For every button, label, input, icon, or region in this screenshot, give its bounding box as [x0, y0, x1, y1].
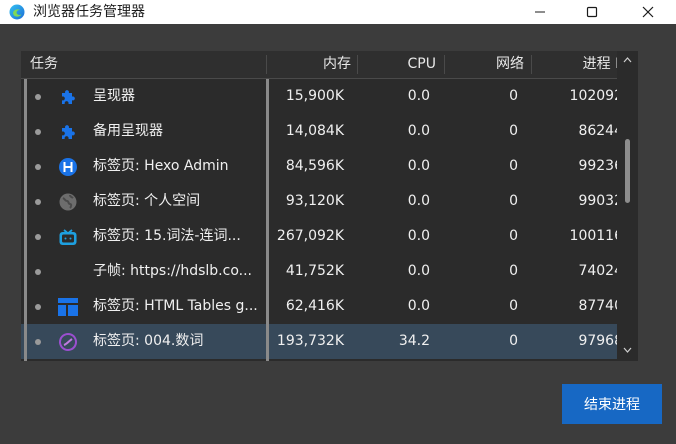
hexo-icon	[58, 157, 78, 177]
bilibili-icon	[58, 227, 78, 247]
cpu-value: 0.0	[407, 228, 430, 244]
end-process-button[interactable]: 结束进程	[562, 384, 662, 424]
pid-value: 102092	[569, 88, 623, 104]
bullet-icon	[35, 129, 41, 135]
task-name: 子帧: https://hdslb.co...	[93, 263, 252, 279]
globe-icon	[58, 192, 78, 212]
task-name: 标签页: Hexo Admin	[93, 158, 229, 174]
network-value: 0	[509, 333, 518, 349]
pid-value: 99236	[578, 158, 623, 174]
puzzle-icon	[58, 87, 78, 107]
task-name: 备用呈现器	[93, 123, 163, 139]
table-row[interactable]: 标签页: Hexo Admin 84,596K 0.0 0 99236	[21, 149, 638, 184]
column-header-pid[interactable]: 进程 ID	[533, 51, 630, 78]
pid-value: 74024	[578, 263, 623, 279]
table-header: 任务 内存 CPU 网络 进程 ID	[21, 51, 638, 79]
memory-value: 41,752K	[285, 263, 344, 279]
memory-value: 84,596K	[285, 158, 344, 174]
vertical-scrollbar[interactable]	[617, 51, 638, 361]
minimize-icon	[535, 11, 545, 13]
pid-value: 99032	[578, 193, 623, 209]
cpu-value: 0.0	[407, 263, 430, 279]
memory-value: 267,092K	[276, 228, 344, 244]
network-value: 0	[509, 298, 518, 314]
cpu-value: 0.0	[407, 298, 430, 314]
cpu-value: 0.0	[407, 88, 430, 104]
column-header-network[interactable]: 网络	[451, 51, 524, 78]
task-name: 标签页: 15.词法-连词...	[93, 228, 241, 244]
bullet-icon	[35, 94, 41, 100]
pid-value: 97968	[578, 333, 623, 349]
task-table: 任务 内存 CPU 网络 进程 ID 呈现器 15,900K 0.0 0 102092 备…	[21, 51, 638, 361]
pid-value: 87740	[578, 298, 623, 314]
close-button[interactable]	[624, 0, 672, 24]
column-header-memory[interactable]: 内存	[269, 51, 351, 78]
table-row[interactable]: 标签页: 15.词法-连词... 267,092K 0.0 0 100116	[21, 219, 638, 254]
puzzle-icon	[58, 122, 78, 142]
table-row[interactable]: 呈现器 15,900K 0.0 0 102092	[21, 79, 638, 114]
cpu-value: 0.0	[407, 123, 430, 139]
network-value: 0	[509, 228, 518, 244]
table-row[interactable]: 标签页: 004.数词 193,732K 34.2 0 97968	[21, 324, 638, 359]
table-row[interactable]: 备用呈现器 14,084K 0.0 0 86244	[21, 114, 638, 149]
memory-value: 93,120K	[285, 193, 344, 209]
onenote-icon	[58, 332, 78, 352]
pid-value: 86244	[578, 123, 623, 139]
scroll-up-icon[interactable]	[617, 53, 638, 69]
column-header-cpu[interactable]: CPU	[361, 51, 436, 78]
pid-value: 100116	[569, 228, 623, 244]
bullet-icon	[35, 339, 41, 345]
edge-browser-icon	[9, 4, 25, 20]
task-name: 标签页: 个人空间	[93, 193, 201, 209]
memory-value: 14,084K	[285, 123, 344, 139]
scroll-down-icon[interactable]	[617, 343, 638, 359]
row-indent-line	[24, 79, 27, 361]
title-bar: 浏览器任务管理器	[0, 0, 676, 24]
network-value: 0	[509, 88, 518, 104]
minimize-button[interactable]	[516, 0, 564, 24]
cpu-value: 0.0	[407, 193, 430, 209]
network-value: 0	[509, 123, 518, 139]
task-name: 标签页: HTML Tables g...	[93, 298, 258, 314]
window-title: 浏览器任务管理器	[33, 4, 145, 20]
bullet-icon	[35, 304, 41, 310]
table-row[interactable]: 标签页: 个人空间 93,120K 0.0 0 99032	[21, 184, 638, 219]
bullet-icon	[35, 269, 41, 275]
table-row[interactable]: 标签页: HTML Tables g... 62,416K 0.0 0 87740	[21, 289, 638, 324]
network-value: 0	[509, 263, 518, 279]
maximize-icon	[586, 6, 598, 18]
bullet-icon	[35, 164, 41, 170]
bullet-icon	[35, 199, 41, 205]
network-value: 0	[509, 158, 518, 174]
cpu-value: 0.0	[407, 158, 430, 174]
bullet-icon	[35, 234, 41, 240]
memory-value: 193,732K	[276, 333, 344, 349]
memory-value: 15,900K	[285, 88, 344, 104]
cpu-value: 34.2	[398, 333, 430, 349]
close-icon	[642, 6, 654, 18]
task-name: 呈现器	[93, 88, 135, 104]
task-name: 标签页: 004.数词	[93, 333, 204, 349]
column-header-task[interactable]: 任务	[30, 51, 58, 78]
column-divider[interactable]	[266, 79, 269, 361]
maximize-button[interactable]	[568, 0, 616, 24]
layout-icon	[58, 297, 78, 317]
scrollbar-thumb[interactable]	[625, 139, 630, 203]
table-row[interactable]: 子帧: https://hdslb.co... 41,752K 0.0 0 74024	[21, 254, 638, 289]
network-value: 0	[509, 193, 518, 209]
memory-value: 62,416K	[285, 298, 344, 314]
